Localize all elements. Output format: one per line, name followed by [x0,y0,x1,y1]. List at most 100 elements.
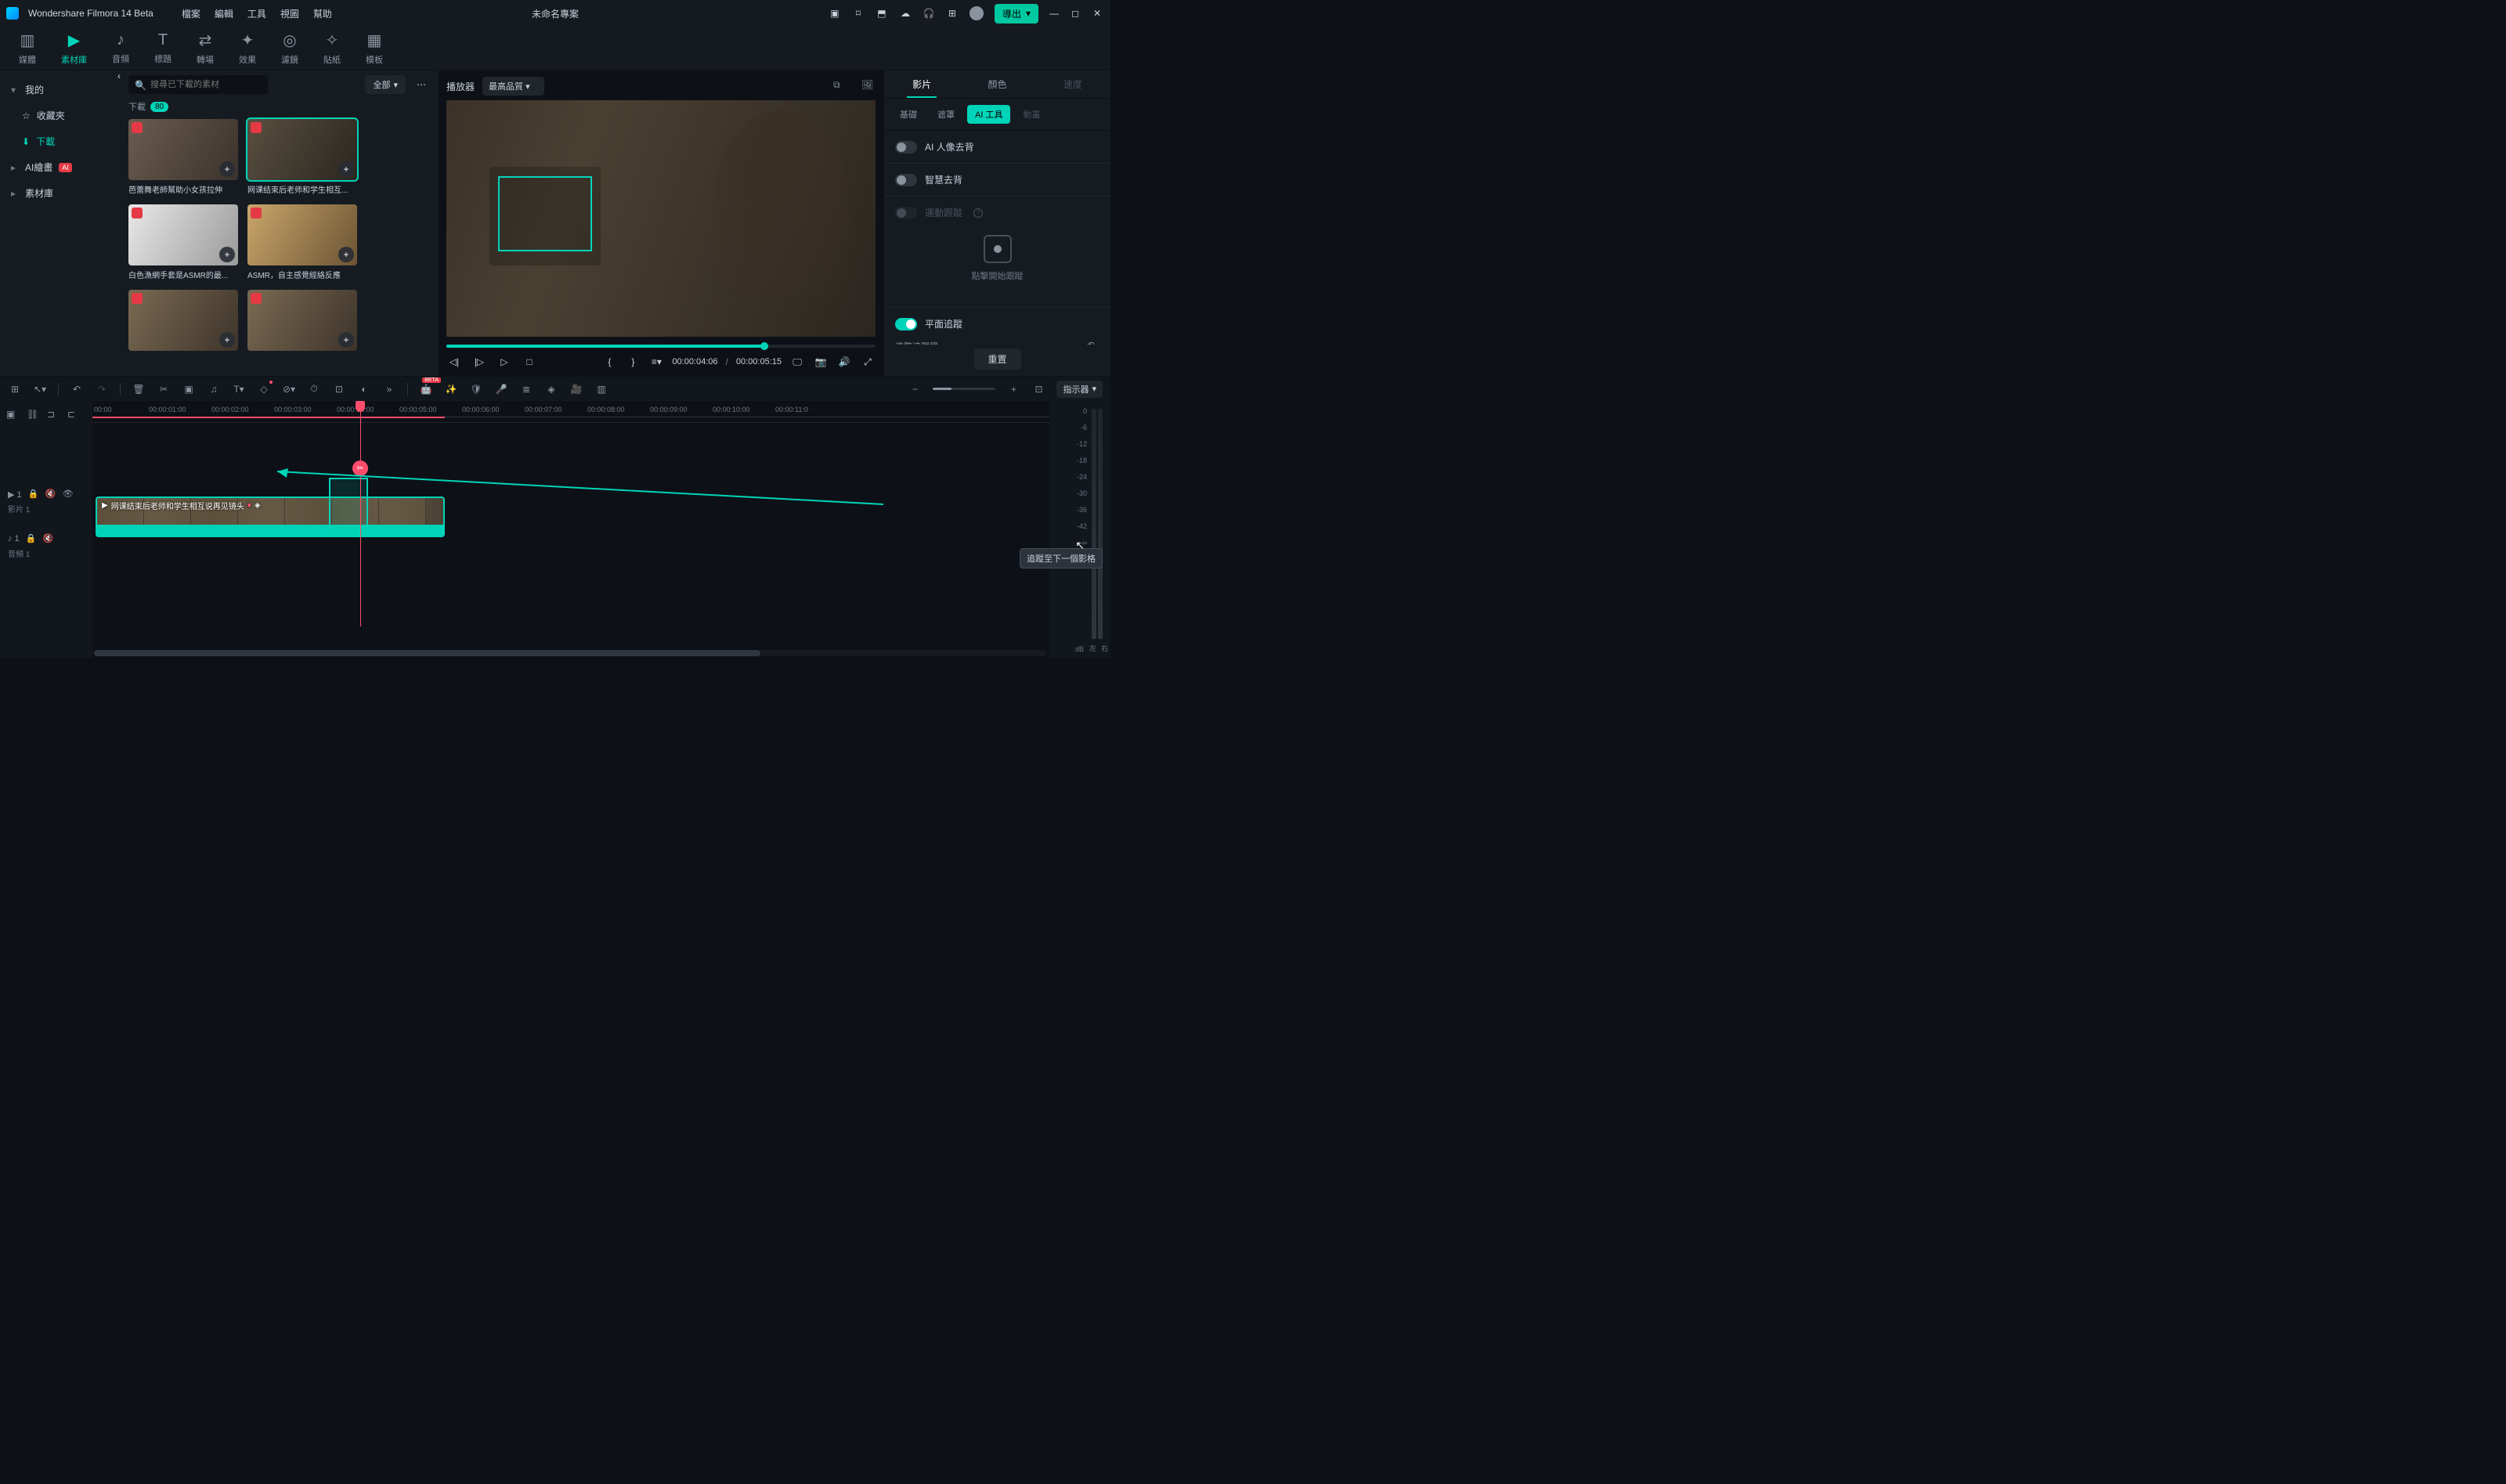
zoom-in-icon[interactable]: + [1006,382,1020,396]
lock-icon[interactable]: 🔒 [28,489,39,500]
stop-button[interactable]: □ [522,354,537,370]
sidebar-item-favorites[interactable]: ☆收藏夾 [0,103,117,128]
shield-icon[interactable]: 🛡 [469,382,483,396]
export-button[interactable]: 導出▾ [995,4,1038,23]
next-frame-button[interactable]: |▷ [471,354,487,370]
scissors-marker[interactable]: ✂ [352,460,368,476]
media-thumb[interactable]: +网课结束后老师和学生相互... [247,119,357,195]
tl-magnet-icon[interactable]: ⊐ [47,409,60,421]
tracking-rect[interactable] [498,176,593,252]
inspector-tab-speed[interactable]: 速度 [1035,70,1110,98]
zoom-out-icon[interactable]: − [908,382,922,396]
add-to-timeline-button[interactable]: + [219,332,235,348]
tab-transitions[interactable]: ⇄轉場 [197,31,214,66]
add-to-timeline-button[interactable]: + [338,332,354,348]
playback-progress[interactable] [446,345,876,348]
marker-tl-icon[interactable]: ◈ [544,382,558,396]
tab-effects[interactable]: ✦效果 [239,31,256,66]
media-thumb[interactable]: +芭蕾舞老師幫助小女孩拉伸 [128,119,238,195]
media-thumb[interactable]: +ASMR，自主感覺經絡反應 [247,204,357,280]
crop-to-fit-button[interactable]: ≡▾ [648,354,664,370]
filter-dropdown[interactable]: 全部▾ [365,75,406,94]
tab-titles[interactable]: T標題 [154,31,172,65]
monitor-icon[interactable]: ⌑ [852,7,865,20]
reset-button[interactable]: 重置 [973,348,1020,370]
snapshot-icon[interactable]: 📷 [813,354,829,370]
mute-icon[interactable]: 🔇 [43,533,54,544]
cut-icon[interactable]: ✂ [157,382,171,396]
video-clip[interactable]: ▶网课结束后老师和学生相互说再见镜头♦◈ [96,496,445,537]
audio-beat-icon[interactable]: ♫ [207,382,221,396]
timer-icon[interactable]: ⏱ [307,382,321,396]
menu-tools[interactable]: 工具 [247,7,266,20]
crop-icon[interactable]: ▣ [182,382,196,396]
subtab-animation[interactable]: 動畫 [1015,105,1048,124]
tl-cursor-icon[interactable]: ↖▾ [33,382,47,396]
cloud-icon[interactable]: ☁ [899,7,912,20]
tab-filters[interactable]: ◎濾鏡 [281,31,298,66]
toggle-ai-portrait[interactable] [895,141,917,153]
mute-icon[interactable]: 🔇 [45,489,56,500]
playhead[interactable] [360,401,361,626]
subtitle-icon[interactable]: ≣ [519,382,533,396]
toggle-motion-tracking[interactable] [895,207,917,219]
marker-select[interactable]: 指示器▾ [1056,381,1103,398]
tab-media[interactable]: ▥媒體 [19,31,36,66]
headphones-icon[interactable]: 🎧 [923,7,935,20]
tracking-tl-icon[interactable]: ⊡ [332,382,346,396]
volume-icon[interactable]: 🔊 [836,354,852,370]
text-icon[interactable]: T▾ [232,382,246,396]
tl-link-icon[interactable]: ▣ [6,409,19,421]
menu-file[interactable]: 檔案 [182,7,200,20]
display-icon[interactable]: 🖵 [789,354,805,370]
media-thumb[interactable]: + [128,290,238,354]
tl-camera-icon[interactable]: 🎥 [569,382,583,396]
add-to-timeline-button[interactable]: + [219,161,235,177]
compare-icon[interactable]: ⧉ [833,79,847,93]
zoom-slider[interactable] [933,388,995,390]
subtab-ai-tools[interactable]: AI 工具 [967,105,1010,124]
more-button[interactable]: ⋯ [412,79,431,90]
tl-grid-icon[interactable]: ▥ [594,382,608,396]
tab-templates[interactable]: ▦模板 [366,31,383,66]
subtab-mask[interactable]: 遮罩 [930,105,962,124]
lock-icon[interactable]: 🔒 [26,533,37,544]
sidebar-item-ai-draw[interactable]: ▸AI繪畫AI [0,154,117,180]
minimize-icon[interactable]: — [1049,8,1060,19]
selection-region[interactable] [329,478,368,537]
add-to-timeline-button[interactable]: + [219,247,235,262]
info-icon[interactable]: ? [973,208,983,218]
tab-audio[interactable]: ♪音頻 [112,31,129,65]
menu-view[interactable]: 視圖 [280,7,299,20]
fullscreen-icon[interactable]: ⤢ [860,354,876,370]
sidebar-header-mine[interactable]: ▾我的 [0,77,117,103]
search-input[interactable] [128,75,268,94]
media-thumb[interactable]: + [247,290,357,354]
save-icon[interactable]: ⬒ [876,7,888,20]
timeline-horizontal-scrollbar[interactable] [94,650,1046,656]
ai-robot-icon[interactable]: 🤖BETA [419,382,433,396]
sidebar-item-downloads[interactable]: ⬇下載 [0,128,117,154]
mark-out-button[interactable]: } [625,354,641,370]
prev-frame-button[interactable]: ◁| [446,354,462,370]
tab-stickers[interactable]: ✧貼紙 [323,31,341,66]
inspector-tab-video[interactable]: 影片 [884,70,959,98]
timeline-ruler[interactable]: 00:00 00:00:01:00 00:00:02:00 00:00:03:0… [92,401,1049,423]
speed-icon[interactable]: ⊘▾ [282,382,296,396]
eye-icon[interactable]: 👁 [63,489,74,500]
screenshot-icon[interactable]: ▣ [829,7,841,20]
toggle-plane-tracking[interactable] [895,318,917,330]
more-tools-icon[interactable]: » [382,382,396,396]
menu-help[interactable]: 幫助 [313,7,332,20]
color-tl-icon[interactable]: ◐ [357,382,371,396]
sidebar-item-stock-lib[interactable]: ▸素材庫 [0,180,117,206]
redo-icon[interactable]: ↷ [95,382,109,396]
undo-icon[interactable]: ↶ [70,382,84,396]
tl-ripple-icon[interactable]: ⊏ [67,409,80,421]
play-button[interactable]: ▷ [497,354,512,370]
delete-icon[interactable]: 🗑 [132,382,146,396]
keyframe-icon[interactable]: ◇ [257,382,271,396]
add-to-timeline-button[interactable]: + [338,161,354,177]
inspector-tab-color[interactable]: 顏色 [959,70,1035,98]
preview-video[interactable] [446,100,876,337]
